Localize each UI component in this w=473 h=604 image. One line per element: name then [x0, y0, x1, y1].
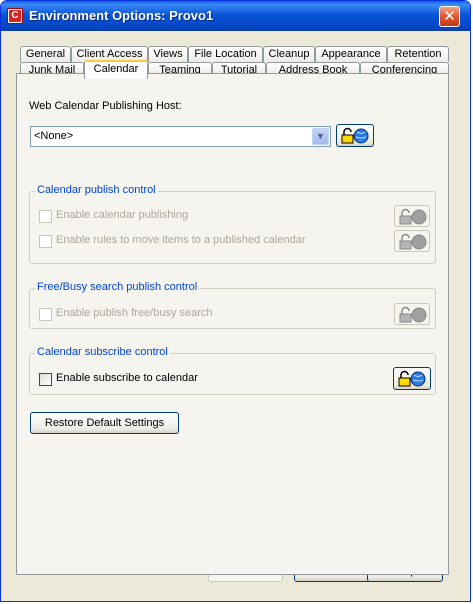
lock-globe-icon [399, 306, 427, 323]
dialog-client: General Client Access Views File Locatio… [4, 31, 467, 599]
enable-freebusy-label: Enable publish free/busy search [56, 307, 213, 319]
host-label: Web Calendar Publishing Host: [29, 100, 182, 112]
enable-subscribe-checkbox[interactable] [39, 373, 52, 386]
publishing-lock-button[interactable] [394, 205, 430, 227]
enable-freebusy-checkbox[interactable] [39, 308, 52, 321]
restore-defaults-button[interactable]: Restore Default Settings [30, 412, 179, 434]
tab-general[interactable]: General [20, 46, 71, 62]
dialog-window: C Environment Options: Provo1 ✕ General … [0, 0, 471, 602]
app-icon-letter: C [9, 10, 21, 22]
subscribe-group-legend: Calendar subscribe control [35, 346, 170, 358]
chevron-down-icon[interactable]: ▼ [312, 128, 329, 145]
app-icon: C [7, 8, 23, 24]
close-button[interactable]: ✕ [439, 6, 460, 27]
enable-rules-label: Enable rules to move items to a publishe… [56, 234, 306, 246]
enable-publishing-label: Enable calendar publishing [56, 209, 189, 221]
tab-views[interactable]: Views [148, 46, 188, 62]
enable-publishing-checkbox[interactable] [39, 210, 52, 223]
tab-appearance[interactable]: Appearance [315, 46, 387, 62]
window-title: Environment Options: Provo1 [29, 8, 214, 23]
freebusy-group-legend: Free/Busy search publish control [35, 281, 200, 293]
tab-cleanup[interactable]: Cleanup [263, 46, 315, 62]
subscribe-lock-button[interactable] [393, 367, 431, 390]
lock-globe-icon [398, 370, 426, 387]
lock-globe-icon [399, 233, 427, 250]
host-select[interactable]: <None> ▼ [30, 126, 331, 147]
freebusy-lock-button[interactable] [394, 303, 430, 325]
subscribe-group: Calendar subscribe control Enable subscr… [29, 346, 436, 395]
host-select-value: <None> [34, 130, 74, 142]
tab-retention[interactable]: Retention [387, 46, 449, 62]
calendar-tab-panel: Web Calendar Publishing Host: <None> ▼ C… [16, 73, 449, 575]
tab-calendar[interactable]: Calendar [84, 60, 148, 79]
freebusy-group: Free/Busy search publish control Enable … [29, 281, 436, 329]
host-lock-button[interactable] [336, 124, 374, 147]
lock-globe-icon [399, 208, 427, 225]
publish-group: Calendar publish control Enable calendar… [29, 184, 436, 264]
rules-lock-button[interactable] [394, 230, 430, 252]
publish-group-legend: Calendar publish control [35, 184, 158, 196]
enable-subscribe-label: Enable subscribe to calendar [56, 372, 198, 384]
lock-globe-icon [341, 127, 369, 144]
enable-rules-checkbox[interactable] [39, 235, 52, 248]
tab-file-location[interactable]: File Location [188, 46, 263, 62]
title-bar[interactable]: C Environment Options: Provo1 ✕ [1, 1, 470, 31]
